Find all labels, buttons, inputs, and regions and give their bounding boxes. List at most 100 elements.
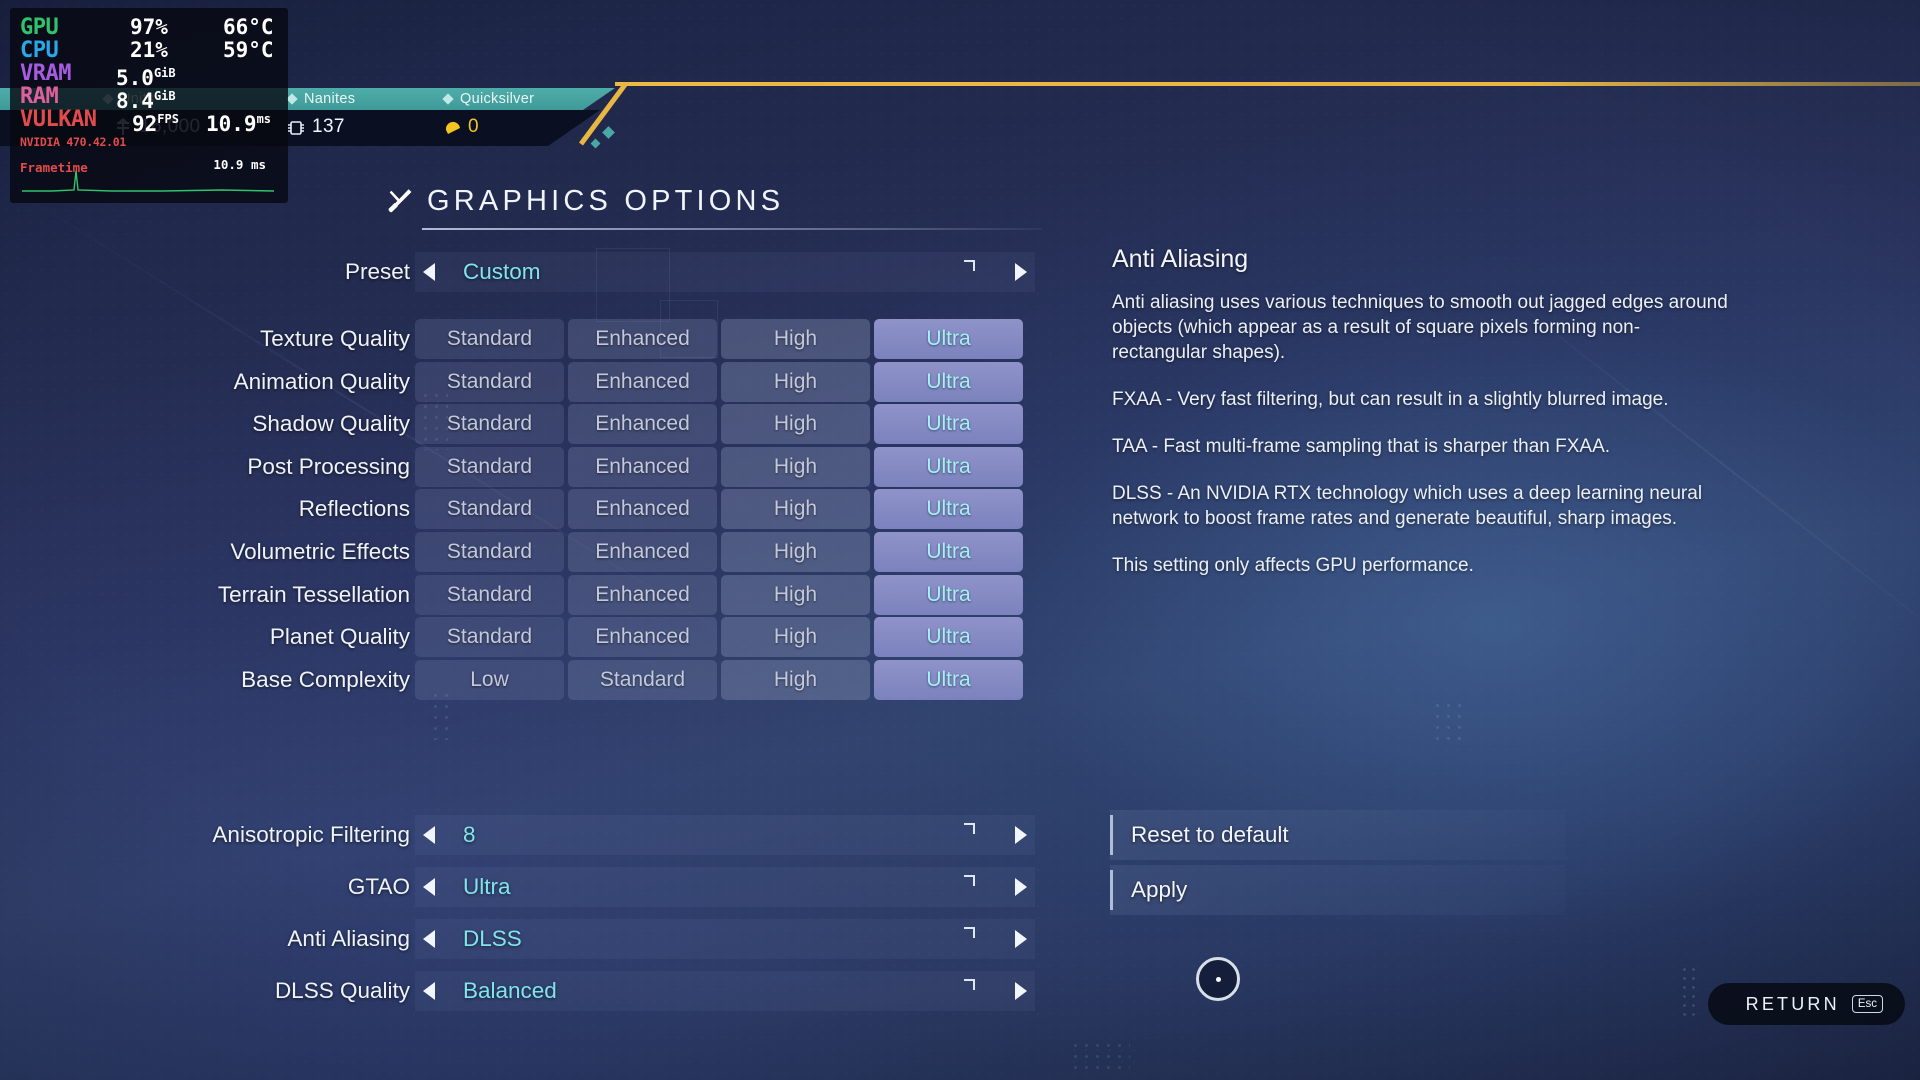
setting-label: Post Processing: [247, 453, 410, 479]
spinner-corner-marker: [964, 875, 975, 886]
segment-option[interactable]: Standard: [415, 446, 564, 487]
setting-label-col: Shadow Quality: [0, 404, 410, 444]
segment-option[interactable]: Standard: [415, 404, 564, 445]
esc-key-badge: Esc: [1851, 994, 1883, 1014]
segment-option[interactable]: High: [721, 489, 870, 530]
spinner-corner-marker: [964, 927, 975, 938]
return-button[interactable]: RETURN Esc: [1707, 983, 1905, 1025]
segment-option[interactable]: Standard: [568, 659, 717, 700]
spinner-value: 8: [463, 822, 476, 847]
setting-label-col: Texture Quality: [0, 319, 410, 359]
segment-option-selected[interactable]: Ultra: [874, 404, 1023, 445]
action-accent-bar: [1110, 870, 1113, 910]
segment-option[interactable]: High: [721, 361, 870, 402]
setting-label-col: Post Processing: [0, 447, 410, 487]
chevron-right-icon[interactable]: [1015, 930, 1027, 948]
setting-row: Anti Aliasing DLSS: [0, 919, 1040, 959]
spinner-control[interactable]: Ultra: [415, 867, 1035, 907]
spinner-control[interactable]: Balanced: [415, 971, 1035, 1011]
setting-row: Anisotropic Filtering 8: [0, 815, 1040, 855]
segment-option[interactable]: Enhanced: [568, 319, 717, 359]
preset-value: Custom: [463, 259, 541, 284]
segment-option-selected[interactable]: Ultra: [874, 574, 1023, 615]
segment-option[interactable]: Standard: [415, 319, 564, 359]
setting-label-col: Anti Aliasing: [0, 919, 410, 959]
setting-label: Shadow Quality: [252, 411, 410, 437]
segment-option-selected[interactable]: Ultra: [874, 532, 1023, 572]
preset-row: Preset Custom: [0, 252, 1040, 292]
chevron-left-icon[interactable]: [423, 826, 435, 844]
setting-row: Texture Quality Standard Enhanced High Ultra: [0, 319, 1040, 359]
segmented-control: Standard Enhanced High Ultra: [415, 446, 1023, 487]
segment-option[interactable]: Enhanced: [568, 361, 717, 402]
spinner-control[interactable]: 8: [415, 815, 1035, 855]
chevron-right-icon[interactable]: [1015, 878, 1027, 896]
segment-option[interactable]: Standard: [415, 617, 564, 658]
segmented-control: Standard Enhanced High Ultra: [415, 532, 1023, 572]
setting-label-col: Anisotropic Filtering: [0, 815, 410, 855]
spinner-control[interactable]: DLSS: [415, 919, 1035, 959]
segment-option[interactable]: High: [721, 659, 870, 700]
chevron-right-icon[interactable]: [1015, 263, 1027, 281]
segment-option-selected[interactable]: Ultra: [874, 659, 1023, 700]
setting-label: Anisotropic Filtering: [212, 822, 410, 847]
description-body: Anti aliasing uses various techniques to…: [1112, 290, 1732, 578]
graphics-options-menu: GRAPHICS OPTIONS Preset Custom Texture Q…: [0, 0, 1920, 1080]
setting-label: Texture Quality: [259, 326, 410, 351]
return-label: RETURN: [1745, 993, 1840, 1014]
action-accent-bar: [1110, 815, 1113, 855]
apply-button[interactable]: Apply: [1110, 865, 1565, 915]
segment-option[interactable]: Standard: [415, 532, 564, 572]
setting-label-col: Planet Quality: [0, 617, 410, 657]
game-cursor[interactable]: [1196, 957, 1240, 1001]
segment-option[interactable]: Enhanced: [568, 617, 717, 658]
segment-option[interactable]: High: [721, 532, 870, 572]
setting-label: GTAO: [347, 874, 410, 899]
chevron-left-icon[interactable]: [423, 263, 435, 281]
spinner-corner-marker: [964, 823, 975, 834]
segment-option[interactable]: High: [721, 574, 870, 615]
segmented-control: Standard Enhanced High Ultra: [415, 574, 1023, 615]
segment-option[interactable]: Standard: [415, 574, 564, 615]
setting-row: Post Processing Standard Enhanced High Ultra: [0, 446, 1040, 487]
spinner-corner-marker: [964, 260, 975, 271]
segment-option[interactable]: Enhanced: [568, 532, 717, 572]
segmented-control: Standard Enhanced High Ultra: [415, 404, 1023, 445]
spinner-corner-marker: [964, 979, 975, 990]
segmented-control: Low Standard High Ultra: [415, 659, 1023, 700]
spinner-value: Balanced: [463, 978, 557, 1003]
segment-option-selected[interactable]: Ultra: [874, 617, 1023, 658]
chevron-right-icon[interactable]: [1015, 982, 1027, 1000]
segment-option-selected[interactable]: Ultra: [874, 361, 1023, 402]
segment-option[interactable]: High: [721, 404, 870, 445]
segment-option[interactable]: Standard: [415, 489, 564, 530]
preset-spinner[interactable]: Custom: [415, 252, 1035, 292]
setting-row: Base Complexity Low Standard High Ultra: [0, 659, 1040, 700]
segment-option[interactable]: Enhanced: [568, 489, 717, 530]
setting-row: Volumetric Effects Standard Enhanced High Ul…: [0, 532, 1040, 572]
preset-label-col: Preset: [0, 252, 410, 292]
segment-option[interactable]: High: [721, 446, 870, 487]
segment-option-selected[interactable]: Ultra: [874, 446, 1023, 487]
segmented-control: Standard Enhanced High Ultra: [415, 319, 1023, 359]
description-panel: Anti Aliasing Anti aliasing uses various…: [1112, 245, 1732, 600]
chevron-left-icon[interactable]: [423, 878, 435, 896]
chevron-left-icon[interactable]: [423, 982, 435, 1000]
spinner-value: Ultra: [463, 874, 511, 899]
segment-option-selected[interactable]: Ultra: [874, 319, 1023, 359]
chevron-right-icon[interactable]: [1015, 826, 1027, 844]
setting-label: Planet Quality: [269, 624, 410, 650]
spinner-strip: [415, 815, 1035, 855]
segment-option-selected[interactable]: Ultra: [874, 489, 1023, 530]
segment-option[interactable]: Low: [415, 659, 564, 700]
setting-label: Animation Quality: [233, 368, 410, 394]
segment-option[interactable]: High: [721, 617, 870, 658]
segment-option[interactable]: Standard: [415, 361, 564, 402]
segment-option[interactable]: Enhanced: [568, 446, 717, 487]
segment-option[interactable]: High: [721, 319, 870, 359]
segment-option[interactable]: Enhanced: [568, 404, 717, 445]
chevron-left-icon[interactable]: [423, 930, 435, 948]
setting-label: Terrain Tessellation: [217, 581, 410, 607]
reset-to-default-button[interactable]: Reset to default: [1110, 810, 1565, 860]
segment-option[interactable]: Enhanced: [568, 574, 717, 615]
